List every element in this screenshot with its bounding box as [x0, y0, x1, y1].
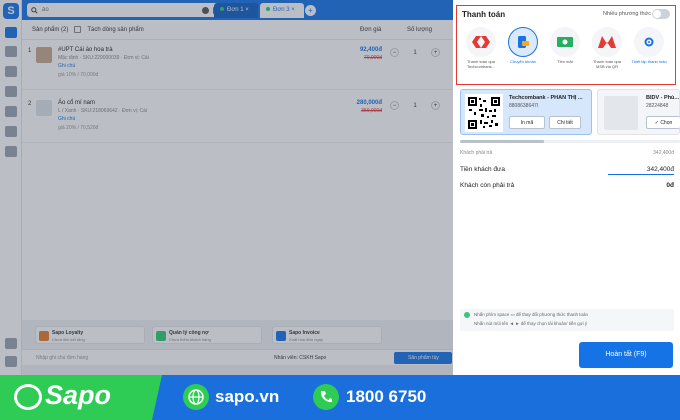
- banner-hotline[interactable]: 1800 6750: [346, 387, 426, 407]
- keyboard-hint: Nhấn phím space ▭ để thay đổi phương thứ…: [460, 309, 674, 331]
- must-pay-value: 342,400đ: [653, 150, 674, 156]
- payment-panel: Thanh toán Nhiều phương thức Thanh toán …: [453, 0, 680, 375]
- qr-code-icon: [467, 96, 501, 130]
- cash-icon: [557, 37, 573, 47]
- sapo-bubble-icon: [14, 384, 42, 410]
- multi-method-toggle[interactable]: [652, 9, 670, 19]
- bank-name: Techcombank - PHAN THỊ ...: [509, 95, 583, 101]
- method-techcombank[interactable]: Thanh toán qua Techcombank...: [463, 27, 499, 69]
- print-code-button[interactable]: In mã: [509, 116, 545, 129]
- qr-placeholder-icon: [604, 96, 638, 130]
- summary-remaining: Khách còn phải trả 0đ: [460, 182, 674, 189]
- method-msb-qr[interactable]: Thanh toán qua MSB via QR: [589, 27, 625, 69]
- detail-button[interactable]: Chi tiết: [549, 116, 581, 129]
- must-pay-label: Khách phải trả: [460, 150, 493, 156]
- multi-method-label: Nhiều phương thức: [603, 11, 651, 17]
- customer-gave-input[interactable]: 342,400đ: [608, 166, 674, 175]
- payment-title: Thanh toán: [462, 10, 506, 19]
- method-label: Tiền mặt: [557, 59, 573, 64]
- remaining-value: 0đ: [666, 182, 674, 189]
- method-label: Thanh toán qua MSB via QR: [592, 59, 622, 69]
- settings-icon: [644, 37, 654, 47]
- bank-name: BIDV - Phù...: [646, 95, 679, 101]
- bank-scrollbar[interactable]: [460, 140, 680, 143]
- bank-card-techcombank[interactable]: Techcombank - PHAN THỊ ... 8808638647I I…: [460, 89, 592, 135]
- bank-account: 28224848: [646, 103, 669, 109]
- method-label: Thanh toán qua Techcombank...: [466, 59, 496, 69]
- summary-must-pay: Khách phải trả 342,400đ: [460, 150, 674, 156]
- phone-icon: [313, 384, 339, 410]
- msb-icon: [598, 36, 616, 48]
- customer-gave-label: Tiền khách đưa: [460, 166, 505, 173]
- remaining-label: Khách còn phải trả: [460, 182, 515, 189]
- method-label: Chuyển khoản: [510, 59, 536, 64]
- method-label: Thiết lập thanh toán: [631, 59, 667, 64]
- modal-overlay[interactable]: [0, 0, 453, 375]
- method-bank-transfer[interactable]: Chuyển khoản: [505, 27, 541, 64]
- scrollbar-thumb[interactable]: [460, 140, 544, 143]
- bank-transfer-icon: [518, 36, 529, 48]
- banner-brand-area: Sapo: [0, 375, 162, 420]
- payment-methods-box: Thanh toán Nhiều phương thức Thanh toán …: [456, 5, 676, 85]
- method-cash[interactable]: Tiền mặt: [547, 27, 583, 64]
- hint-line-2: Nhấn nút mũi tên ◄ ► để thay chọn tài kh…: [474, 321, 588, 326]
- globe-icon: [183, 384, 209, 410]
- bank-card-bidv[interactable]: BIDV - Phù... 28224848 ✓ Chọn: [597, 89, 680, 135]
- banner-website[interactable]: sapo.vn: [215, 387, 279, 407]
- lightbulb-icon: [464, 312, 470, 318]
- finish-button[interactable]: Hoàn tất (F9): [579, 342, 673, 368]
- summary-customer-gave: Tiền khách đưa 342,400đ: [460, 166, 674, 175]
- banner-brand: Sapo: [45, 380, 112, 410]
- bank-account: 8808638647I: [509, 103, 539, 109]
- sapo-banner: Sapo sapo.vn 1800 6750: [0, 375, 680, 420]
- choose-button[interactable]: ✓ Chọn: [646, 116, 680, 129]
- method-setup[interactable]: Thiết lập thanh toán: [631, 27, 667, 64]
- techcombank-icon: [472, 36, 490, 48]
- hint-line-1: Nhấn phím space ▭ để thay đổi phương thứ…: [474, 312, 589, 317]
- qr-code: [465, 94, 503, 132]
